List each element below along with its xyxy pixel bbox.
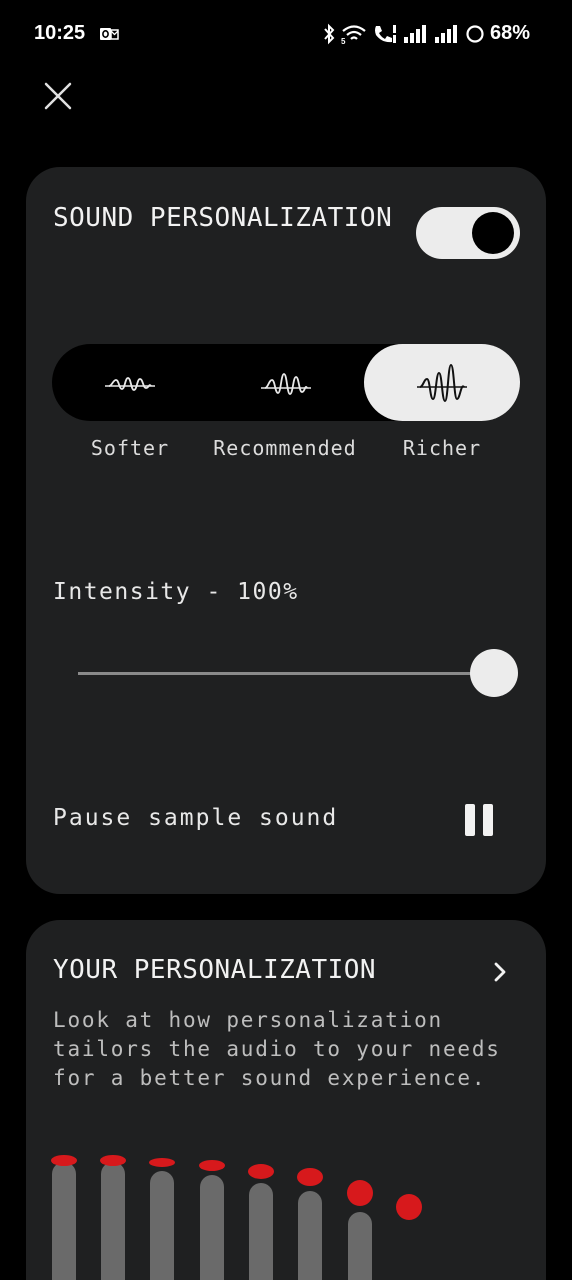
eq-bar: [200, 1175, 224, 1280]
wifi-icon: 5: [341, 24, 366, 45]
personalization-graphic: [26, 1150, 546, 1280]
eq-dot: [248, 1164, 274, 1179]
outlook-icon: [100, 28, 119, 40]
eq-bar: [348, 1212, 372, 1280]
intensity-label: Intensity - 100%: [53, 579, 299, 605]
eq-dot: [100, 1155, 126, 1166]
preset-selector: [52, 344, 520, 421]
your-personalization-card[interactable]: YOUR PERSONALIZATION Look at how persona…: [26, 920, 546, 1280]
medium-wave-icon: [261, 372, 311, 395]
bluetooth-icon: [324, 23, 335, 44]
sound-personalization-toggle[interactable]: [416, 207, 520, 259]
sound-personalization-title: SOUND PERSONALIZATION: [53, 203, 393, 233]
close-icon[interactable]: [40, 78, 76, 114]
slider-thumb[interactable]: [470, 649, 518, 697]
pause-icon[interactable]: [460, 800, 500, 840]
signal-icon: [403, 24, 426, 43]
preset-label-richer: Richer: [402, 436, 482, 460]
intensity-slider[interactable]: [78, 649, 518, 699]
signal-icon: [434, 24, 457, 43]
svg-text:5: 5: [341, 37, 346, 45]
preset-label-recommended: Recommended: [213, 436, 357, 460]
slider-track[interactable]: [78, 672, 478, 675]
eq-bar: [101, 1162, 125, 1280]
toggle-knob: [472, 212, 514, 254]
battery-icon: [466, 24, 484, 43]
eq-dot: [149, 1158, 175, 1167]
eq-bar: [150, 1171, 174, 1280]
preset-recommended[interactable]: [208, 344, 364, 421]
eq-bar: [249, 1183, 273, 1280]
preset-softer[interactable]: [52, 344, 208, 421]
eq-dot: [297, 1168, 323, 1186]
preset-richer[interactable]: [364, 344, 520, 421]
sound-personalization-card: SOUND PERSONALIZATION Softer Recommended…: [26, 167, 546, 894]
your-personalization-title: YOUR PERSONALIZATION: [53, 955, 377, 985]
battery-percentage: 68%: [489, 22, 530, 44]
preset-label-softer: Softer: [90, 436, 170, 460]
rich-wave-icon: [417, 363, 467, 402]
soft-wave-icon: [105, 376, 155, 391]
status-time: 10:25: [34, 22, 86, 44]
chevron-right-icon[interactable]: [488, 960, 512, 984]
eq-dot: [199, 1160, 225, 1171]
eq-dot: [396, 1194, 422, 1220]
call-icon: [374, 24, 396, 43]
eq-dot: [347, 1180, 373, 1206]
eq-dot: [51, 1155, 77, 1166]
status-bar: 10:25 5 68%: [0, 0, 572, 70]
eq-bar: [52, 1162, 76, 1280]
eq-bar: [298, 1191, 322, 1280]
pause-sample-label: Pause sample sound: [53, 805, 339, 831]
personalization-description: Look at how personalization tailors the …: [53, 1008, 501, 1090]
